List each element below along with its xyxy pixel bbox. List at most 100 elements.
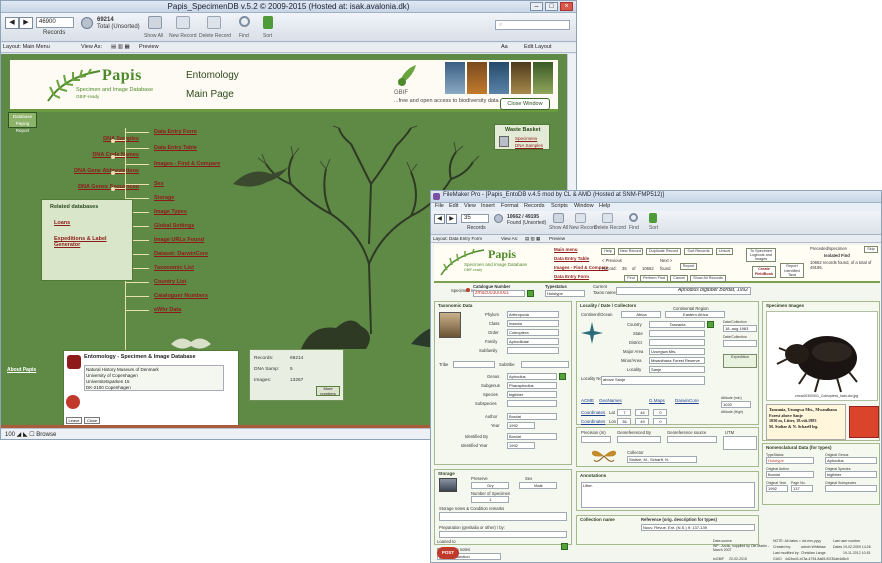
annotations-field[interactable]: Litter.: [581, 482, 755, 508]
zoom-mode-indicator[interactable]: 100 ◢ ◣ ☐ Browse: [5, 431, 56, 438]
country-go-button[interactable]: [707, 321, 714, 328]
orig-genus-field[interactable]: Aphodius: [825, 457, 877, 464]
tribe-field[interactable]: [453, 361, 495, 368]
subtribe-field[interactable]: [521, 361, 569, 368]
menu-scripts[interactable]: Scripts: [551, 203, 568, 209]
link-images-find-compare[interactable]: Images - Find & Compare: [554, 265, 608, 270]
link-geonames[interactable]: GeoNames: [599, 398, 622, 403]
new-record-icon[interactable]: [575, 213, 586, 223]
menu-insert[interactable]: Insert: [481, 203, 495, 209]
report-identified-button[interactable]: Report Identified Taxa: [780, 263, 804, 278]
family-field[interactable]: Aphodiidae: [507, 338, 559, 345]
new-record-icon[interactable]: [176, 16, 190, 29]
lon-seconds-field[interactable]: 0: [653, 418, 667, 425]
record-number-field[interactable]: 46900: [36, 17, 74, 28]
unsort-button[interactable]: Unsort: [716, 248, 733, 255]
report-button[interactable]: Report: [680, 263, 697, 270]
subgenus-field[interactable]: Pharaphodius: [507, 382, 557, 389]
georef-field[interactable]: [617, 436, 661, 443]
link-acme[interactable]: ACME: [581, 398, 594, 403]
find-icon[interactable]: [629, 213, 638, 222]
taxon-name-field[interactable]: Aphodius bigibber Bordat, 1992: [616, 287, 751, 295]
preparation-field[interactable]: [439, 531, 567, 538]
subspecies-field[interactable]: [507, 400, 557, 407]
close-window-button[interactable]: Close Window: [500, 98, 550, 110]
link-storage[interactable]: Storage: [154, 195, 174, 201]
layout-selector[interactable]: Layout: Data Entry Form: [433, 236, 482, 241]
link-global-settings[interactable]: Global Settings: [154, 223, 194, 229]
perform-find-button[interactable]: Perform Find: [640, 275, 668, 282]
layout-selector[interactable]: Layout: Main Menu: [3, 44, 50, 50]
create-fieldbook-button[interactable]: Create FieldBook: [752, 266, 776, 278]
link-dna-samples[interactable]: DNA Samples: [103, 136, 139, 142]
continent-field[interactable]: Africa: [621, 311, 661, 318]
orig-species-field[interactable]: bigibber: [825, 471, 877, 478]
num-specimen-field[interactable]: 1: [471, 496, 509, 503]
delete-record-icon[interactable]: [207, 16, 221, 29]
genus-field[interactable]: Aphodius: [507, 373, 557, 380]
more-numbers-button[interactable]: More numbers: [316, 386, 340, 396]
link-data-entry-table[interactable]: Data Entry Table: [554, 256, 589, 261]
link-image-types[interactable]: Image Types: [154, 209, 187, 215]
menu-edit[interactable]: Edit: [449, 203, 458, 209]
leave-button[interactable]: Leave: [66, 417, 82, 424]
menu-format[interactable]: Format: [501, 203, 518, 209]
previous-record-button[interactable]: ◀: [434, 214, 445, 224]
sex-field[interactable]: Male: [519, 482, 557, 489]
loan-go-button[interactable]: [561, 543, 568, 550]
post-button[interactable]: POST: [437, 547, 459, 559]
utm-field[interactable]: [723, 436, 757, 450]
link-dna-code-names[interactable]: DNA Code Names: [92, 152, 139, 158]
link-data-entry-table[interactable]: Data Entry Table: [154, 145, 197, 151]
sort-icon[interactable]: [649, 213, 657, 223]
text-format-button[interactable]: Aa: [501, 44, 508, 50]
find-button[interactable]: Find: [624, 275, 638, 282]
orig-author-field[interactable]: Bordat: [766, 471, 814, 478]
quick-find-input[interactable]: ⌕: [495, 20, 570, 30]
record-number-field[interactable]: 35: [461, 214, 489, 223]
next-link[interactable]: Next >: [660, 258, 672, 263]
link-data-entry-form[interactable]: Data Entry Form: [554, 274, 589, 279]
precision-field[interactable]: [581, 436, 611, 443]
sort-records-button[interactable]: Sort Records: [684, 248, 713, 255]
date-id-field[interactable]: [723, 340, 757, 347]
minor-area-field[interactable]: Mwanihana Forest Reserve: [649, 357, 705, 364]
sort-icon[interactable]: [263, 16, 273, 29]
year-field[interactable]: 1992: [507, 422, 535, 429]
link-basket-dna[interactable]: DNA Samples: [515, 143, 543, 148]
skip-button[interactable]: Skip: [864, 246, 878, 253]
link-image-urls-found[interactable]: Image URLs Found: [154, 237, 204, 243]
locality-field[interactable]: Sanje: [649, 366, 705, 373]
storage-notes-field[interactable]: [439, 512, 567, 521]
link-basket-specimens[interactable]: Specimens: [515, 136, 537, 141]
species-field[interactable]: bigibber: [507, 391, 557, 398]
duplicate-record-button[interactable]: Duplicate Record: [646, 248, 681, 255]
menu-file[interactable]: File: [435, 203, 444, 209]
phylum-field[interactable]: Arthropoda: [507, 311, 559, 318]
lon-minutes-field[interactable]: 49: [635, 418, 649, 425]
link-darwincore[interactable]: DarwinCore: [675, 398, 699, 403]
link-dna-gene-abbreviations[interactable]: DNA Gene Abbreviations: [74, 168, 139, 174]
altitude-field[interactable]: 1020: [721, 401, 751, 408]
help-button[interactable]: Help: [601, 248, 615, 255]
menu-window[interactable]: Window: [574, 203, 594, 209]
orig-subspecies-field[interactable]: [825, 485, 877, 492]
preserve-field[interactable]: Dry: [471, 482, 509, 489]
state-field[interactable]: [649, 330, 705, 337]
view-buttons-icon[interactable]: ▤ ▥ ▦: [525, 236, 540, 242]
locality-notes-field[interactable]: above Sanje: [601, 376, 705, 385]
about-papis-link[interactable]: About Papis: [7, 367, 36, 373]
find-icon[interactable]: [239, 16, 250, 27]
collector-field[interactable]: Stoltze, M., Scharff, N.: [627, 456, 697, 463]
preview-button[interactable]: Preview: [139, 44, 159, 50]
order-field[interactable]: Coleoptera: [507, 329, 559, 336]
database-report-button[interactable]: Database Paying Report: [8, 112, 37, 133]
new-record-button[interactable]: New Record: [618, 248, 643, 255]
date-field[interactable]: 18. aug 1983: [723, 325, 757, 332]
menu-records[interactable]: Records: [524, 203, 544, 209]
cancel-button[interactable]: Cancel: [670, 275, 688, 282]
typestatus-field[interactable]: Holotype: [545, 290, 585, 297]
link-main-menu[interactable]: Main menu: [554, 247, 578, 252]
show-all-icon[interactable]: [148, 16, 162, 29]
show-all-records-button[interactable]: Show All Records: [690, 275, 726, 282]
